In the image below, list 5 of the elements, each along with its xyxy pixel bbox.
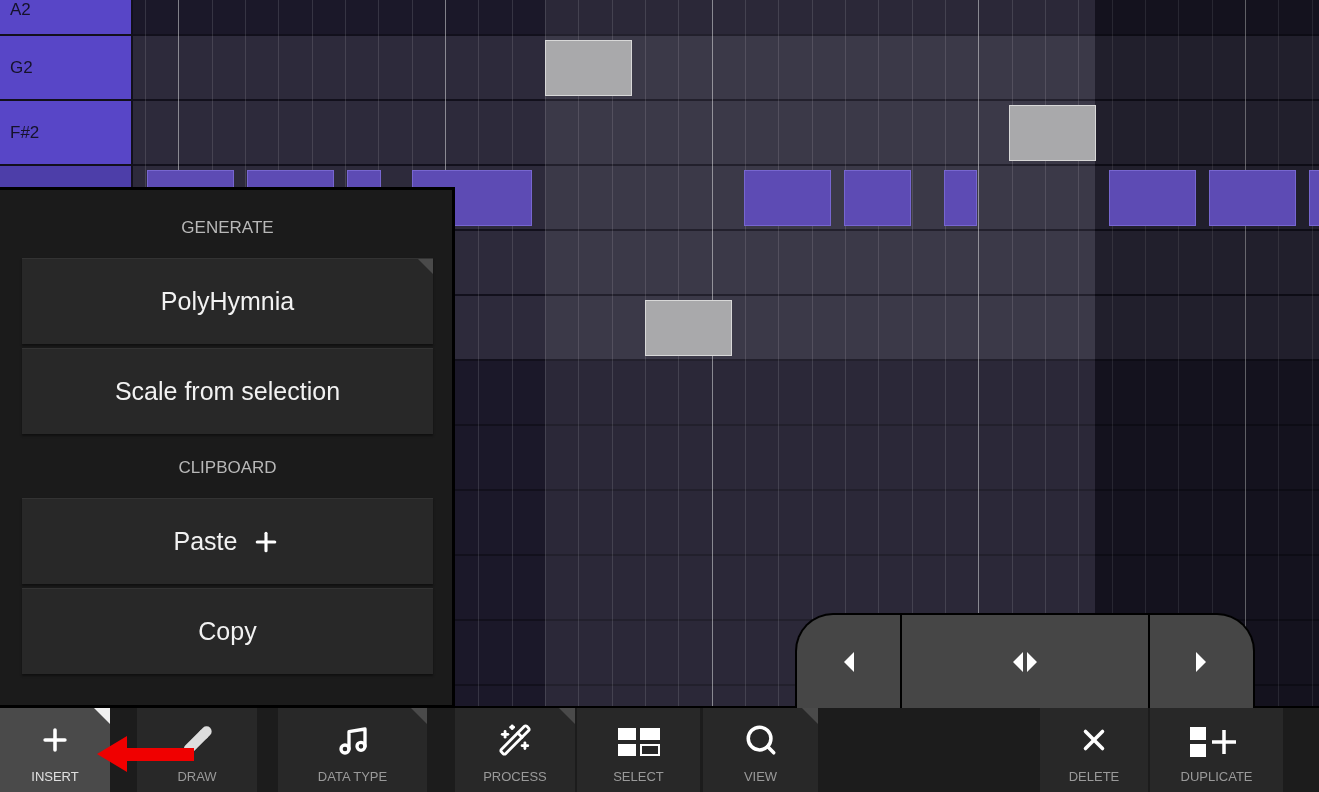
menu-heading: GENERATE: [181, 217, 274, 239]
note-name: G2: [10, 57, 33, 78]
note-name: A2: [10, 0, 31, 20]
note-name: F#2: [10, 122, 40, 143]
menu-heading: CLIPBOARD: [178, 457, 277, 479]
